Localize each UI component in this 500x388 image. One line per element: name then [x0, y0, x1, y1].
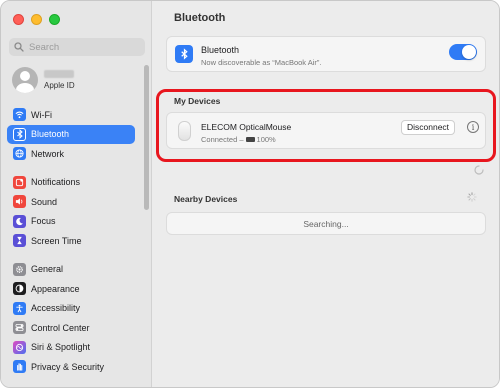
sidebar-item-wifi[interactable]: Wi-Fi	[7, 105, 135, 125]
sidebar-item-siri-spotlight[interactable]: Siri & Spotlight	[7, 338, 135, 358]
bluetooth-icon	[175, 45, 193, 63]
sidebar-item-control-center[interactable]: Control Center	[7, 318, 135, 338]
avatar	[12, 67, 38, 93]
minimize-window-button[interactable]	[31, 14, 42, 25]
nearby-devices-heading: Nearby Devices	[174, 194, 238, 204]
sidebar-item-screen-time[interactable]: Screen Time	[7, 231, 135, 251]
sidebar-item-appearance[interactable]: Appearance	[7, 279, 135, 299]
hand-icon	[13, 360, 26, 374]
sidebar-item-accessibility[interactable]: Accessibility	[7, 299, 135, 319]
close-window-button[interactable]	[13, 14, 24, 25]
sidebar-item-label: Bluetooth	[31, 129, 70, 140]
sidebar-item-label: Siri & Spotlight	[31, 342, 91, 353]
sidebar-item-label: Network	[31, 148, 65, 159]
nearby-devices-list: Searching...	[166, 212, 486, 235]
sidebar-scrollbar[interactable]	[144, 65, 149, 210]
discoverable-status: Now discoverable as “MacBook Air”.	[201, 58, 322, 67]
sidebar-item-label: Notifications	[31, 177, 81, 188]
sidebar-item-focus[interactable]: Focus	[7, 212, 135, 232]
sidebar-item-label: Focus	[31, 216, 56, 227]
settings-window: Search Apple ID Wi-Fi Bluetooth Network …	[0, 0, 500, 388]
sidebar-item-sound[interactable]: Sound	[7, 192, 135, 212]
speaker-icon	[13, 195, 26, 209]
sidebar-item-notifications[interactable]: Notifications	[7, 173, 135, 193]
window-controls	[13, 14, 60, 25]
wifi-icon	[13, 108, 26, 122]
account-sublabel: Apple ID	[44, 81, 75, 90]
sidebar-item-label: Control Center	[31, 322, 90, 333]
loading-spinner-icon	[474, 165, 484, 175]
sidebar: Search Apple ID Wi-Fi Bluetooth Network …	[1, 1, 152, 387]
sidebar-item-bluetooth[interactable]: Bluetooth	[7, 124, 135, 144]
search-placeholder: Search	[29, 41, 60, 53]
search-icon	[14, 42, 24, 52]
zoom-window-button[interactable]	[49, 14, 60, 25]
toggle-knob	[462, 45, 476, 59]
globe-icon	[13, 147, 26, 161]
searching-spinner-icon	[467, 192, 477, 202]
sidebar-item-label: General	[31, 264, 64, 275]
sidebar-item-general[interactable]: General	[7, 260, 135, 280]
sidebar-item-label: Appearance	[31, 283, 80, 294]
sidebar-nav: Wi-Fi Bluetooth Network Notifications So…	[7, 105, 135, 377]
sidebar-item-label: Wi-Fi	[31, 109, 52, 120]
sidebar-item-privacy-security[interactable]: Privacy & Security	[7, 357, 135, 377]
sidebar-item-label: Privacy & Security	[31, 361, 105, 372]
sidebar-item-label: Accessibility	[31, 303, 81, 314]
sidebar-item-label: Sound	[31, 196, 58, 207]
bluetooth-label: Bluetooth	[201, 45, 240, 55]
sidebar-item-label: Screen Time	[31, 235, 82, 246]
my-devices-highlight	[156, 89, 496, 162]
moon-icon	[13, 214, 26, 228]
sidebar-item-network[interactable]: Network	[7, 144, 135, 164]
gear-icon	[13, 262, 26, 276]
search-input[interactable]: Search	[9, 38, 145, 56]
appearance-icon	[13, 282, 26, 296]
main-pane: Bluetooth Bluetooth Now discoverable as …	[152, 1, 499, 387]
bluetooth-icon	[13, 127, 26, 141]
bluetooth-toggle-card: Bluetooth Now discoverable as “MacBook A…	[166, 36, 486, 72]
apple-id-account[interactable]: Apple ID	[12, 67, 75, 93]
accessibility-icon	[13, 301, 26, 315]
bluetooth-toggle[interactable]	[449, 44, 477, 60]
siri-icon	[13, 340, 26, 354]
page-title: Bluetooth	[174, 12, 226, 24]
account-name-redacted	[44, 70, 74, 78]
searching-label: Searching...	[303, 219, 349, 229]
control-center-icon	[13, 321, 26, 335]
hourglass-icon	[13, 234, 26, 248]
bell-icon	[13, 175, 26, 189]
